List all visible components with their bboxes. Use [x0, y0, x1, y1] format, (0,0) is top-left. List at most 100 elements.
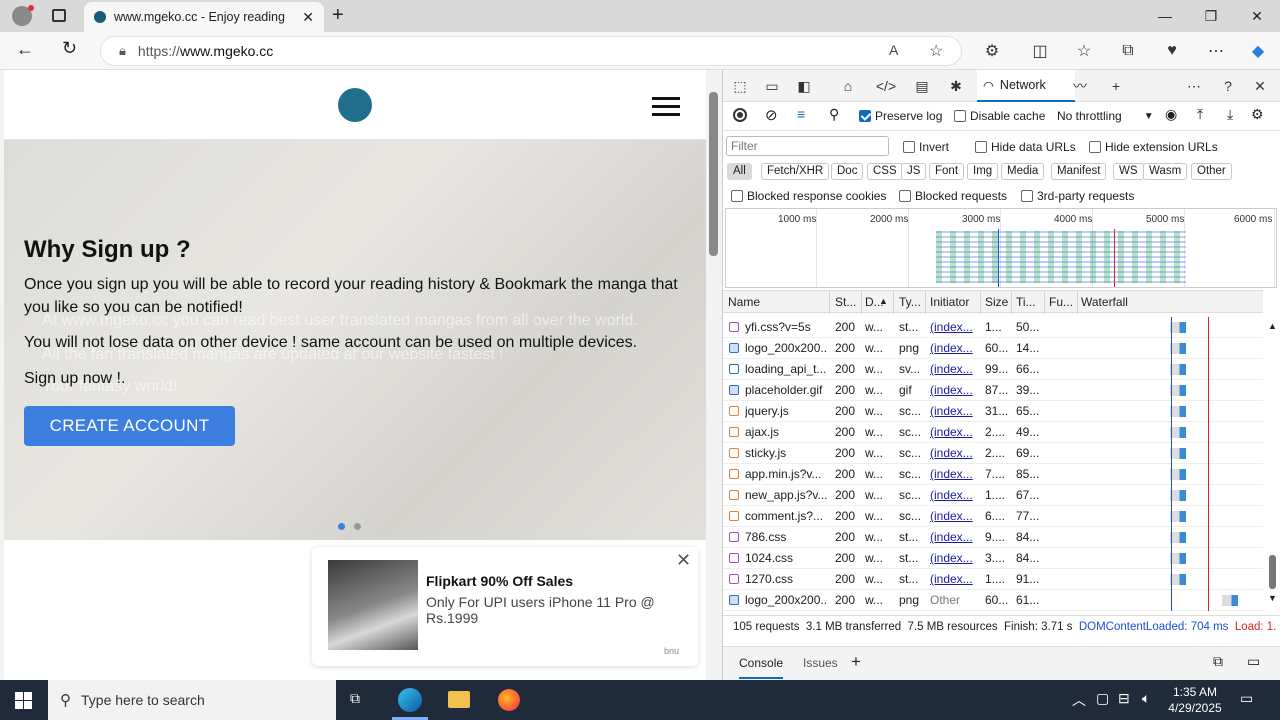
- more-tools-plus-icon[interactable]: +: [1105, 76, 1127, 96]
- network-settings-icon[interactable]: ⚙: [1251, 106, 1264, 123]
- cell-initiator[interactable]: (index...: [930, 341, 980, 355]
- taskbar-search[interactable]: ⚲ Type here to search: [48, 680, 336, 720]
- minimize-icon[interactable]: —: [1142, 0, 1188, 32]
- table-row[interactable]: 786.css 200 w... st... (index... 9.... 84...: [723, 527, 1263, 548]
- type-chip-doc[interactable]: Doc: [831, 163, 864, 180]
- close-tab-icon[interactable]: ✕: [302, 9, 314, 26]
- ad-close-icon[interactable]: ✕: [676, 550, 691, 571]
- export-har-icon[interactable]: ⤓: [1227, 106, 1233, 123]
- health-icon[interactable]: ♥: [1158, 37, 1186, 65]
- tab-network[interactable]: ◠ Network: [977, 70, 1075, 102]
- devtools-more-icon[interactable]: ⋯: [1183, 76, 1205, 96]
- windows-start-icon[interactable]: [15, 692, 32, 709]
- table-row[interactable]: logo_200x200... 200 w... png (index... 60... 1…: [723, 338, 1263, 359]
- menu-hamburger-icon[interactable]: [652, 97, 680, 116]
- cell-initiator[interactable]: Other: [930, 593, 980, 607]
- throttling-select[interactable]: No throttling ▼: [1057, 109, 1154, 123]
- read-aloud-icon[interactable]: A: [889, 42, 898, 58]
- back-icon[interactable]: ←: [16, 39, 34, 60]
- type-chip-fetch-xhr[interactable]: Fetch/XHR: [761, 163, 830, 180]
- restore-icon[interactable]: ❐: [1188, 0, 1234, 32]
- tab-actions-icon[interactable]: [52, 9, 66, 22]
- task-view-icon[interactable]: ⧉: [350, 690, 360, 707]
- performance-icon[interactable]: 〰: [1069, 76, 1091, 96]
- cell-initiator[interactable]: (index...: [930, 425, 980, 439]
- type-chip-js[interactable]: JS: [901, 163, 927, 180]
- firefox-icon[interactable]: [498, 689, 520, 711]
- drawer-add-icon[interactable]: +: [851, 652, 861, 672]
- cell-initiator[interactable]: (index...: [930, 320, 980, 334]
- close-devtools-icon[interactable]: ✕: [1249, 76, 1271, 96]
- disable-cache-checkbox[interactable]: Disable cache: [954, 109, 1045, 123]
- blocked-requests-checkbox[interactable]: Blocked requests: [899, 189, 1007, 203]
- file-explorer-icon[interactable]: [448, 691, 470, 708]
- request-table-scrollbar[interactable]: ▲ ▼: [1263, 317, 1280, 607]
- inspect-icon[interactable]: ⬚: [729, 76, 751, 96]
- favorites-icon[interactable]: ☆: [1070, 37, 1098, 65]
- notifications-icon[interactable]: ▭: [1240, 690, 1253, 707]
- dock-icon[interactable]: ◧: [793, 76, 815, 96]
- hide-data-urls-checkbox[interactable]: Hide data URLs: [975, 140, 1076, 154]
- table-row[interactable]: new_app.js?v... 200 w... sc... (index... 1...…: [723, 485, 1263, 506]
- type-chip-all[interactable]: All: [727, 163, 752, 180]
- table-row[interactable]: yfi.css?v=5s 200 w... st... (index... 1... 50.…: [723, 317, 1263, 338]
- cell-initiator[interactable]: (index...: [930, 404, 980, 418]
- favorite-star-icon[interactable]: ☆: [929, 41, 943, 61]
- taskbar-clock[interactable]: 1:35 AM 4/29/2025: [1160, 684, 1230, 716]
- type-chip-font[interactable]: Font: [929, 163, 965, 180]
- device-emulation-icon[interactable]: ▭: [761, 76, 783, 96]
- network-conditions-icon[interactable]: ◉: [1165, 106, 1177, 123]
- copilot-icon[interactable]: ◆: [1244, 37, 1272, 65]
- filter-input[interactable]: Filter: [726, 136, 889, 156]
- third-party-requests-checkbox[interactable]: 3rd-party requests: [1021, 189, 1134, 203]
- invert-checkbox[interactable]: Invert: [903, 140, 949, 154]
- console-icon[interactable]: ▤: [911, 76, 933, 96]
- refresh-icon[interactable]: ↻: [62, 38, 77, 59]
- table-row[interactable]: app.min.js?v... 200 w... sc... (index... 7...…: [723, 464, 1263, 485]
- close-window-icon[interactable]: ✕: [1234, 0, 1280, 32]
- col-name[interactable]: Name: [728, 295, 828, 309]
- extensions-icon[interactable]: ⚙: [978, 37, 1006, 65]
- new-tab-button[interactable]: +: [332, 4, 344, 27]
- preserve-log-checkbox[interactable]: Preserve log: [859, 109, 942, 123]
- help-icon[interactable]: ?: [1217, 76, 1239, 96]
- collections-icon[interactable]: ⧉: [1114, 37, 1142, 65]
- col-fulfilled[interactable]: Fu...: [1049, 295, 1075, 309]
- cell-initiator[interactable]: (index...: [930, 572, 980, 586]
- table-row[interactable]: placeholder.gif 200 w... gif (index... 87... 3…: [723, 380, 1263, 401]
- col-time[interactable]: Ti...: [1016, 295, 1042, 309]
- tray-network-icon[interactable]: ⊟: [1118, 690, 1130, 707]
- scroll-down-icon[interactable]: ▼: [1268, 593, 1277, 603]
- table-row[interactable]: ajax.js 200 w... sc... (index... 2.... 49...: [723, 422, 1263, 443]
- col-initiator[interactable]: Initiator: [930, 295, 984, 309]
- drawer-tab-console[interactable]: Console: [739, 656, 784, 679]
- ad-title[interactable]: Flipkart 90% Off Sales: [426, 573, 573, 589]
- tab-mgeko[interactable]: www.mgeko.cc - Enjoy reading ✕: [84, 2, 324, 32]
- type-chip-img[interactable]: Img: [967, 163, 999, 180]
- lock-icon[interactable]: 🔒︎: [119, 43, 126, 59]
- table-row[interactable]: sticky.js 200 w... sc... (index... 2.... 69...: [723, 443, 1263, 464]
- tray-volume-icon[interactable]: 🔈︎: [1142, 690, 1150, 707]
- cell-initiator[interactable]: (index...: [930, 530, 980, 544]
- table-row[interactable]: jquery.js 200 w... sc... (index... 31... 65...: [723, 401, 1263, 422]
- table-row[interactable]: 1024.css 200 w... st... (index... 3.... 84...: [723, 548, 1263, 569]
- edge-taskbar-icon[interactable]: [398, 688, 422, 712]
- type-chip-other[interactable]: Other: [1191, 163, 1232, 180]
- tray-chevron-up-icon[interactable]: ︿: [1072, 690, 1086, 710]
- table-row[interactable]: loading_api_t... 200 w... sv... (index... 99.…: [723, 359, 1263, 380]
- clear-icon[interactable]: ⊘: [765, 106, 778, 124]
- split-screen-icon[interactable]: ◫: [1026, 37, 1054, 65]
- drawer-dock-icon[interactable]: ⧉: [1213, 653, 1223, 670]
- type-chip-css[interactable]: CSS: [867, 163, 903, 180]
- scroll-up-icon[interactable]: ▲: [1268, 321, 1277, 331]
- col-type[interactable]: Ty...: [899, 295, 925, 309]
- import-har-icon[interactable]: ⤒: [1197, 106, 1203, 123]
- tray-device-icon[interactable]: ▢: [1096, 690, 1109, 707]
- cell-initiator[interactable]: (index...: [930, 509, 980, 523]
- cell-initiator[interactable]: (index...: [930, 467, 980, 481]
- col-waterfall[interactable]: Waterfall: [1081, 295, 1161, 309]
- cell-initiator[interactable]: (index...: [930, 383, 980, 397]
- col-status[interactable]: St...: [835, 295, 861, 309]
- cell-initiator[interactable]: (index...: [930, 488, 980, 502]
- carousel-dot-2[interactable]: [354, 523, 361, 530]
